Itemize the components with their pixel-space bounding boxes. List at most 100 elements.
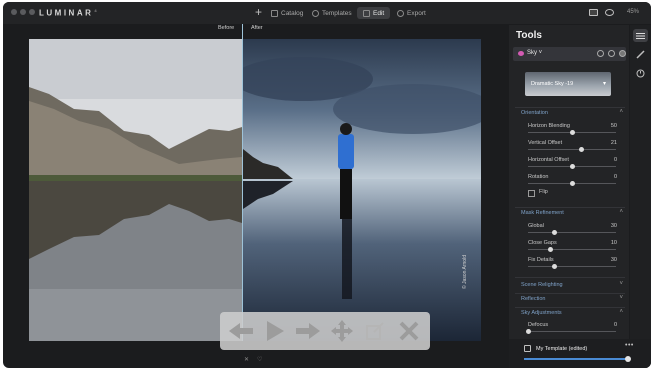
brush-icon[interactable] — [633, 48, 648, 61]
section-reflection[interactable]: Reflection — [521, 296, 545, 302]
slider-value[interactable]: 0 — [614, 174, 617, 180]
horizontal-offset-slider[interactable] — [528, 164, 616, 169]
section-sky-adjustments[interactable]: Sky Adjustments — [521, 310, 562, 316]
chevron-up-icon[interactable]: ˄ — [619, 109, 623, 115]
slider-value[interactable]: 0 — [614, 157, 617, 163]
slider-label: Fix Details — [528, 257, 554, 263]
app-window: LUMINAR4 + Catalog Templates Edit Export… — [3, 2, 651, 368]
chevron-down-icon[interactable]: ˅ — [619, 281, 623, 287]
resize-icon[interactable] — [363, 319, 387, 343]
before-image — [29, 39, 242, 341]
close-gaps-slider[interactable] — [528, 247, 616, 252]
compare-divider-handle[interactable] — [242, 24, 243, 39]
top-bar: LUMINAR4 + Catalog Templates Edit Export… — [3, 2, 651, 24]
slider-value[interactable]: 30 — [611, 257, 617, 263]
slider-value[interactable]: 10 — [611, 240, 617, 246]
preview-eye-icon[interactable] — [605, 9, 614, 16]
global-slider[interactable] — [528, 230, 616, 235]
window-minimize-dot[interactable] — [20, 9, 26, 15]
slider-knob[interactable] — [578, 147, 584, 152]
slider-knob[interactable] — [570, 130, 575, 135]
floating-toolbar — [220, 312, 430, 350]
template-amount-slider[interactable] — [524, 358, 628, 360]
window-close-dot[interactable] — [11, 9, 17, 15]
defocus-slider[interactable] — [526, 329, 616, 334]
templates-icon — [312, 9, 319, 17]
slider-knob[interactable] — [552, 264, 558, 269]
slider-value[interactable]: 0 — [614, 322, 617, 328]
tab-export[interactable]: Export — [397, 7, 426, 19]
sky-tool-icon — [518, 51, 524, 56]
move-icon[interactable] — [330, 319, 354, 343]
before-label: Before — [218, 25, 235, 31]
reject-icon[interactable]: ✕ — [244, 356, 249, 363]
mask-icon[interactable] — [608, 50, 615, 57]
after-label: After — [251, 25, 263, 31]
toggle-visibility-icon[interactable] — [619, 50, 626, 57]
add-icon[interactable]: + — [255, 5, 262, 19]
slider-label: Horizon Blending — [528, 123, 570, 129]
slider-label: Rotation — [528, 174, 549, 180]
slider-knob[interactable] — [548, 247, 553, 252]
slider-label: Global — [528, 223, 544, 229]
undo-icon[interactable] — [597, 50, 604, 57]
rotation-slider[interactable] — [528, 181, 616, 186]
slider-knob[interactable] — [625, 356, 631, 362]
window-zoom-dot[interactable] — [29, 9, 35, 15]
app-logo: LUMINAR4 — [39, 8, 97, 18]
play-icon[interactable] — [263, 319, 287, 343]
section-scene-relighting[interactable]: Scene Relighting — [521, 282, 563, 288]
after-image — [243, 39, 481, 341]
catalog-icon — [271, 9, 278, 17]
slider-value[interactable]: 50 — [611, 123, 617, 129]
chevron-up-icon[interactable]: ˄ — [619, 309, 623, 315]
tab-templates[interactable]: Templates — [312, 7, 352, 19]
section-mask-refinement[interactable]: Mask Refinement — [521, 210, 564, 216]
slider-knob[interactable] — [570, 181, 575, 186]
divider — [515, 207, 625, 208]
chevron-down-icon: ▾ — [602, 81, 606, 87]
sky-tool-name: Sky ˅ — [527, 50, 543, 56]
flip-label: Flip — [539, 189, 548, 195]
divider — [515, 107, 625, 108]
template-name[interactable]: My Template (edited) — [536, 346, 587, 352]
tab-edit[interactable]: Edit — [357, 7, 391, 19]
chevron-up-icon[interactable]: ˄ — [619, 209, 623, 215]
close-icon[interactable] — [397, 319, 421, 343]
slider-label: Close Gaps — [528, 240, 557, 246]
section-orientation[interactable]: Orientation — [521, 110, 548, 116]
template-footer: My Template (edited) ••• — [509, 339, 651, 368]
flip-checkbox[interactable] — [528, 190, 535, 197]
panel-title: Tools — [516, 30, 542, 41]
photo-canvas[interactable]: © Jason Arnold — [29, 39, 481, 341]
slider-value[interactable]: 21 — [611, 140, 617, 146]
vertical-offset-slider[interactable] — [528, 147, 616, 152]
tab-catalog[interactable]: Catalog — [271, 7, 303, 19]
history-clock-icon[interactable] — [633, 67, 648, 80]
zoom-level[interactable]: 45% — [627, 9, 639, 15]
slider-value[interactable]: 30 — [611, 223, 617, 229]
slider-knob[interactable] — [552, 230, 558, 235]
photo-watermark: © Jason Arnold — [462, 255, 468, 289]
slider-label: Horizontal Offset — [528, 157, 569, 163]
sliders-icon[interactable] — [633, 29, 648, 42]
divider — [515, 307, 625, 308]
horizon-blending-slider[interactable] — [528, 130, 616, 135]
sky-preset-selector[interactable]: Dramatic Sky -19 ▾ — [525, 72, 611, 96]
tools-panel: Tools Sky ˅ Dramatic Sky -19 ▾ Orientati… — [509, 25, 629, 368]
edit-icon — [363, 9, 370, 17]
slider-label: Vertical Offset — [528, 140, 563, 146]
tool-rail — [630, 25, 651, 368]
slider-label: Defocus — [528, 322, 549, 328]
divider — [515, 293, 625, 294]
slider-knob[interactable] — [526, 329, 531, 334]
compare-icon[interactable] — [589, 9, 598, 16]
sky-tool-header[interactable]: Sky ˅ — [513, 47, 626, 61]
more-options-icon[interactable]: ••• — [625, 342, 634, 349]
fix-details-slider[interactable] — [528, 264, 616, 269]
arrow-right-icon[interactable] — [296, 319, 321, 343]
favorite-heart-icon[interactable]: ♡ — [257, 356, 262, 363]
slider-knob[interactable] — [570, 164, 575, 169]
chevron-down-icon[interactable]: ˅ — [619, 295, 623, 301]
arrow-left-icon[interactable] — [229, 319, 254, 343]
